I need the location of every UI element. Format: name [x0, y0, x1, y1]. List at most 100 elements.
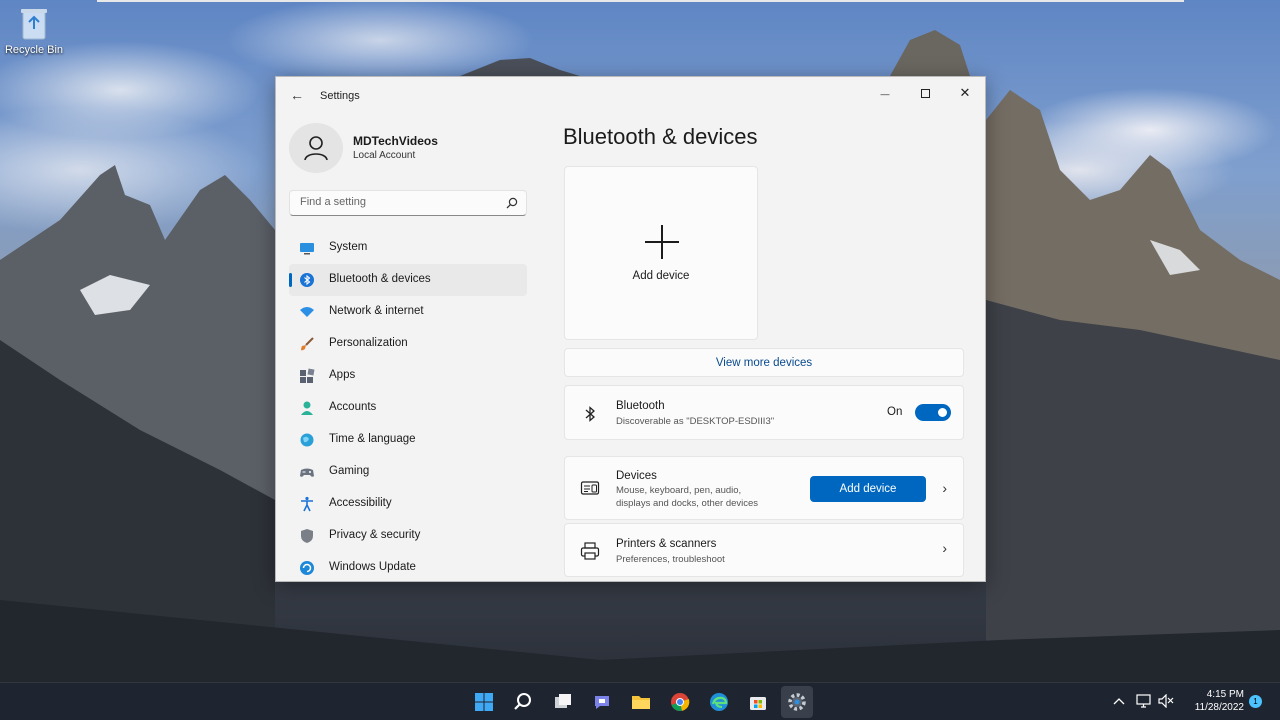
sidebar-item-system[interactable]: System	[289, 232, 527, 264]
notification-badge[interactable]: 1	[1249, 695, 1262, 708]
volume-muted-icon[interactable]	[1158, 694, 1174, 708]
add-device-tile-label: Add device	[632, 270, 690, 282]
sidebar-nav: System Bluetooth & devices Network & int…	[289, 232, 527, 581]
windows-logo-icon	[475, 693, 493, 711]
minimize-button[interactable]: —	[865, 81, 905, 105]
sidebar-item-personalization[interactable]: Personalization	[289, 328, 527, 360]
printers-subtitle: Preferences, troubleshoot	[616, 554, 725, 565]
apps-icon	[300, 368, 315, 383]
recycle-bin[interactable]: Recycle Bin	[4, 6, 64, 56]
taskbar: 4:15 PM 11/28/2022 1	[0, 682, 1280, 720]
brush-icon	[301, 337, 314, 351]
sidebar-item-label: Bluetooth & devices	[329, 273, 431, 285]
task-view-button[interactable]	[547, 686, 579, 718]
sidebar-item-privacy[interactable]: Privacy & security	[289, 520, 527, 552]
sidebar-item-accessibility[interactable]: Accessibility	[289, 488, 527, 520]
bluetooth-title: Bluetooth	[616, 400, 665, 412]
title-bar: ← Settings — ✕	[276, 77, 985, 109]
update-icon	[300, 561, 314, 575]
close-icon: ✕	[959, 85, 971, 100]
sidebar-item-bluetooth[interactable]: Bluetooth & devices	[289, 264, 527, 296]
folder-icon	[632, 696, 650, 709]
chrome-button[interactable]	[664, 686, 696, 718]
bluetooth-icon	[300, 273, 314, 287]
search-icon	[514, 693, 531, 710]
edge-button[interactable]	[703, 686, 735, 718]
avatar	[289, 123, 343, 173]
sidebar-item-label: Network & internet	[329, 305, 424, 317]
recycle-bin-icon	[19, 6, 49, 40]
chat-icon	[595, 696, 609, 709]
account-type: Local Account	[353, 150, 416, 161]
gamepad-icon	[300, 468, 314, 477]
top-edge-line	[97, 0, 1184, 2]
sidebar-item-time-language[interactable]: Time & language	[289, 424, 527, 456]
maximize-icon	[920, 89, 930, 99]
clock-time: 4:15 PM	[1206, 689, 1244, 700]
clock-date: 11/28/2022	[1194, 702, 1244, 713]
add-device-tile[interactable]: Add device	[564, 166, 758, 340]
printers-card[interactable]: Printers & scanners Preferences, trouble…	[564, 523, 964, 577]
bluetooth-state-label: On	[887, 406, 903, 418]
person-icon	[304, 136, 328, 161]
sidebar-item-windows-update[interactable]: Windows Update	[289, 552, 527, 581]
devices-title: Devices	[616, 470, 657, 482]
sidebar-item-label: Gaming	[329, 465, 370, 477]
taskbar-search-button[interactable]	[507, 686, 539, 718]
sidebar-item-label: Windows Update	[329, 561, 416, 573]
page-title: Bluetooth & devices	[563, 124, 758, 149]
search-box[interactable]	[289, 190, 527, 216]
add-device-button[interactable]: Add device	[810, 476, 926, 502]
file-explorer-button[interactable]	[625, 686, 657, 718]
devices-card[interactable]: Devices Mouse, keyboard, pen, audio, dis…	[564, 456, 964, 520]
sidebar-item-label: Personalization	[329, 337, 408, 349]
printer-icon	[580, 542, 600, 560]
bluetooth-subtitle: Discoverable as "DESKTOP-ESDIII3"	[616, 416, 775, 427]
plus-icon	[645, 225, 679, 259]
edge-icon	[710, 693, 728, 711]
sidebar-item-label: Apps	[329, 369, 356, 381]
store-button[interactable]	[742, 686, 774, 718]
back-arrow-icon: ←	[290, 87, 304, 103]
chevron-right-icon: ›	[942, 540, 947, 556]
view-more-devices-button[interactable]: View more devices	[564, 348, 964, 377]
sidebar-item-apps[interactable]: Apps	[289, 360, 527, 392]
bluetooth-icon	[585, 406, 595, 422]
system-clock[interactable]: 4:15 PM 11/28/2022	[1180, 688, 1244, 714]
search-input[interactable]	[300, 196, 490, 208]
sidebar-item-gaming[interactable]: Gaming	[289, 456, 527, 488]
devices-subtitle-line2: displays and docks, other devices	[616, 498, 759, 509]
sidebar-item-accounts[interactable]: Accounts	[289, 392, 527, 424]
back-button[interactable]: ←	[286, 86, 308, 104]
devices-subtitle-line1: Mouse, keyboard, pen, audio,	[616, 485, 742, 496]
minimize-icon: —	[880, 89, 890, 99]
close-button[interactable]: ✕	[945, 81, 985, 105]
app-title: Settings	[320, 90, 360, 102]
shield-icon	[301, 529, 313, 543]
task-view-icon	[555, 694, 571, 708]
accessibility-icon	[301, 496, 313, 512]
recycle-bin-label: Recycle Bin	[4, 44, 64, 56]
user-profile[interactable]: MDTechVideos Local Account	[289, 123, 529, 173]
maximize-button[interactable]	[905, 81, 945, 105]
devices-icon	[580, 481, 600, 495]
settings-taskbar-button[interactable]	[781, 686, 813, 718]
wifi-icon	[300, 307, 314, 317]
globe-icon	[300, 433, 314, 447]
start-button[interactable]	[468, 686, 500, 718]
sidebar-item-network[interactable]: Network & internet	[289, 296, 527, 328]
sidebar-item-label: Accounts	[329, 401, 377, 413]
bluetooth-toggle[interactable]	[915, 404, 951, 421]
chevron-up-icon[interactable]	[1113, 696, 1125, 706]
network-icon[interactable]	[1136, 694, 1152, 708]
store-icon	[750, 697, 766, 710]
sidebar-item-label: Accessibility	[329, 497, 392, 509]
teams-chat-button[interactable]	[586, 686, 618, 718]
accounts-icon	[301, 401, 313, 415]
printers-title: Printers & scanners	[616, 538, 717, 550]
search-icon[interactable]	[506, 197, 518, 209]
sidebar-item-label: System	[329, 241, 368, 253]
system-icon	[300, 243, 314, 255]
sidebar-item-label: Privacy & security	[329, 529, 421, 541]
chrome-icon	[671, 693, 690, 712]
